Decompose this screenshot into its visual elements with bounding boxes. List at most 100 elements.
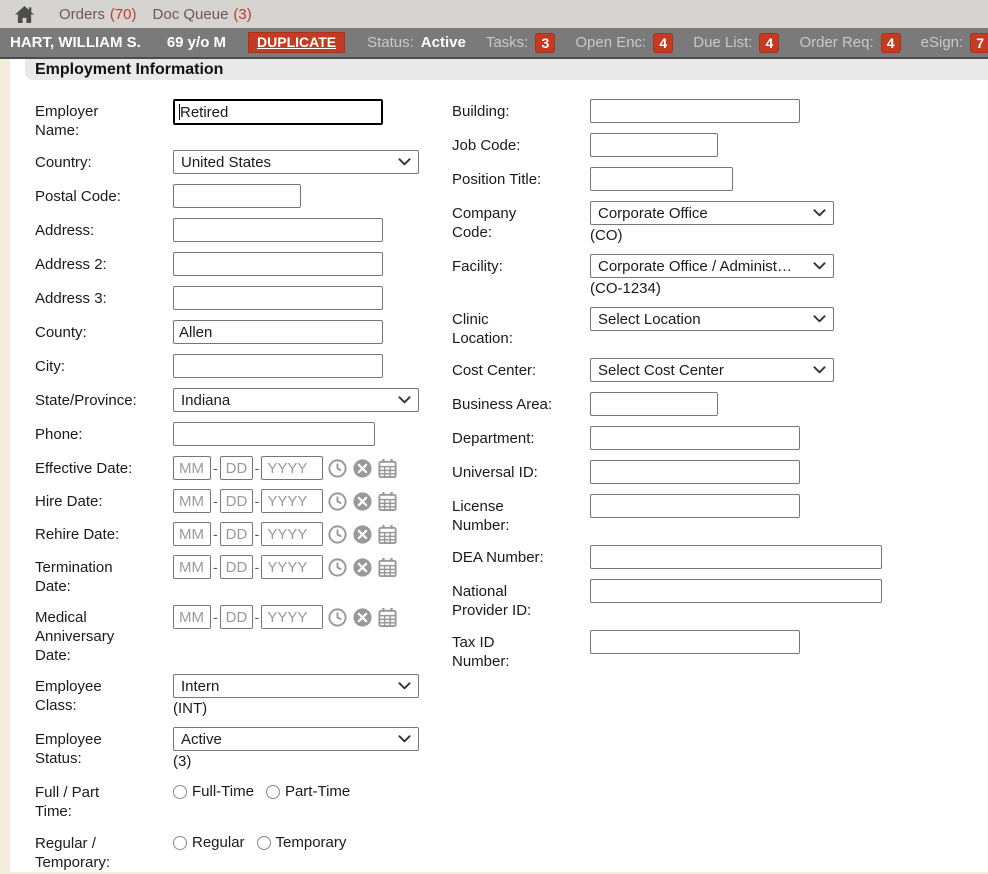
clear-icon[interactable] xyxy=(352,458,373,479)
calendar-icon[interactable] xyxy=(377,607,398,628)
tasks-count-badge[interactable]: 3 xyxy=(535,33,555,53)
state-province-select[interactable]: Indiana xyxy=(173,388,419,412)
clock-icon[interactable] xyxy=(327,524,348,545)
chevron-down-icon xyxy=(398,158,411,166)
clinic-location-select[interactable]: Select Location xyxy=(590,307,834,331)
building-input[interactable] xyxy=(590,99,800,123)
position-title-input[interactable] xyxy=(590,167,733,191)
clear-icon[interactable] xyxy=(352,491,373,512)
job-code-label: Job Code: xyxy=(452,133,590,157)
due-list-count-badge[interactable]: 4 xyxy=(759,33,779,53)
home-button[interactable] xyxy=(14,5,35,24)
job-code-input[interactable] xyxy=(590,133,718,157)
address2-input[interactable] xyxy=(173,252,383,276)
employer-name-label: Employer Name: xyxy=(35,99,173,140)
clock-icon[interactable] xyxy=(327,557,348,578)
hire-date-month-input[interactable] xyxy=(173,489,211,513)
medical-anniversary-year-input[interactable] xyxy=(261,605,323,629)
postal-code-input[interactable] xyxy=(173,184,301,208)
effective-date-day-input[interactable] xyxy=(220,456,253,480)
phone-input[interactable] xyxy=(173,422,375,446)
field-hire-date: Hire Date: - - xyxy=(35,489,440,513)
field-clinic-location: Clinic Location: Select Location xyxy=(452,307,988,348)
calendar-icon[interactable] xyxy=(377,524,398,545)
patient-name: HART, WILLIAM S. xyxy=(10,34,141,51)
country-select[interactable]: United States xyxy=(173,150,419,174)
chevron-down-icon xyxy=(398,682,411,690)
duplicate-flag-link[interactable]: DUPLICATE xyxy=(248,32,345,53)
medical-anniversary-month-input[interactable] xyxy=(173,605,211,629)
dea-number-input[interactable] xyxy=(590,545,882,569)
calendar-icon[interactable] xyxy=(377,458,398,479)
company-code-select[interactable]: Corporate Office xyxy=(590,201,834,225)
address-input[interactable] xyxy=(173,218,383,242)
hire-date-day-input[interactable] xyxy=(220,489,253,513)
rehire-date-year-input[interactable] xyxy=(261,522,323,546)
field-facility: Facility: Corporate Office / Administ… (… xyxy=(452,254,988,297)
regular-radio[interactable] xyxy=(173,836,187,850)
open-enc-count-badge[interactable]: 4 xyxy=(653,33,673,53)
form-column-left: Employer Name: Country: United States Po… xyxy=(35,99,440,874)
cost-center-select[interactable]: Select Cost Center xyxy=(590,358,834,382)
address-label: Address: xyxy=(35,218,173,242)
tax-id-number-input[interactable] xyxy=(590,630,800,654)
medical-anniversary-date-group: - - xyxy=(173,605,440,629)
department-input[interactable] xyxy=(590,426,800,450)
rehire-date-group: - - xyxy=(173,522,440,546)
clock-icon[interactable] xyxy=(327,458,348,479)
termination-date-month-input[interactable] xyxy=(173,555,211,579)
employee-status-select[interactable]: Active xyxy=(173,727,419,751)
field-employee-class: Employee Class: Intern (INT) xyxy=(35,674,440,717)
phone-label: Phone: xyxy=(35,422,173,446)
nav-doc-queue-link[interactable]: Doc Queue (3) xyxy=(153,6,252,23)
employee-class-select[interactable]: Intern xyxy=(173,674,419,698)
license-number-input[interactable] xyxy=(590,494,800,518)
termination-date-label: Termination Date: xyxy=(35,555,173,596)
status-label: Status: xyxy=(367,34,414,51)
clear-icon[interactable] xyxy=(352,557,373,578)
part-time-radio[interactable] xyxy=(266,785,280,799)
county-input[interactable] xyxy=(173,320,383,344)
esign-count-badge[interactable]: 7 xyxy=(970,33,988,53)
text-caret xyxy=(179,104,180,120)
nav-orders-link[interactable]: Orders (70) xyxy=(59,6,137,23)
employment-form-panel: Employment Information Employer Name: Co… xyxy=(10,59,988,872)
hire-date-year-input[interactable] xyxy=(261,489,323,513)
position-title-label: Position Title: xyxy=(452,167,590,191)
business-area-label: Business Area: xyxy=(452,392,590,416)
dea-number-label: DEA Number: xyxy=(452,545,590,569)
building-label: Building: xyxy=(452,99,590,123)
field-business-area: Business Area: xyxy=(452,392,988,416)
rehire-date-day-input[interactable] xyxy=(220,522,253,546)
effective-date-group: - - xyxy=(173,456,440,480)
national-provider-id-input[interactable] xyxy=(590,579,882,603)
facility-select[interactable]: Corporate Office / Administ… xyxy=(590,254,834,278)
city-input[interactable] xyxy=(173,354,383,378)
termination-date-day-input[interactable] xyxy=(220,555,253,579)
medical-anniversary-day-input[interactable] xyxy=(220,605,253,629)
employee-status-label: Employee Status: xyxy=(35,727,173,770)
clear-icon[interactable] xyxy=(352,524,373,545)
business-area-input[interactable] xyxy=(590,392,718,416)
rehire-date-month-input[interactable] xyxy=(173,522,211,546)
effective-date-month-input[interactable] xyxy=(173,456,211,480)
nav-doc-queue-label: Doc Queue xyxy=(153,6,229,23)
universal-id-input[interactable] xyxy=(590,460,800,484)
calendar-icon[interactable] xyxy=(377,557,398,578)
field-effective-date: Effective Date: - - xyxy=(35,456,440,480)
calendar-icon[interactable] xyxy=(377,491,398,512)
temporary-radio[interactable] xyxy=(257,836,271,850)
address3-input[interactable] xyxy=(173,286,383,310)
full-time-radio[interactable] xyxy=(173,785,187,799)
clock-icon[interactable] xyxy=(327,491,348,512)
field-address3: Address 3: xyxy=(35,286,440,310)
order-req-count-badge[interactable]: 4 xyxy=(881,33,901,53)
order-req-label: Order Req: xyxy=(799,34,873,51)
field-full-part-time: Full / Part Time: Full-Time Part-Time xyxy=(35,780,440,821)
tax-id-number-label: Tax ID Number: xyxy=(452,630,590,671)
clock-icon[interactable] xyxy=(327,607,348,628)
effective-date-year-input[interactable] xyxy=(261,456,323,480)
termination-date-year-input[interactable] xyxy=(261,555,323,579)
employer-name-input[interactable] xyxy=(173,99,383,125)
clear-icon[interactable] xyxy=(352,607,373,628)
